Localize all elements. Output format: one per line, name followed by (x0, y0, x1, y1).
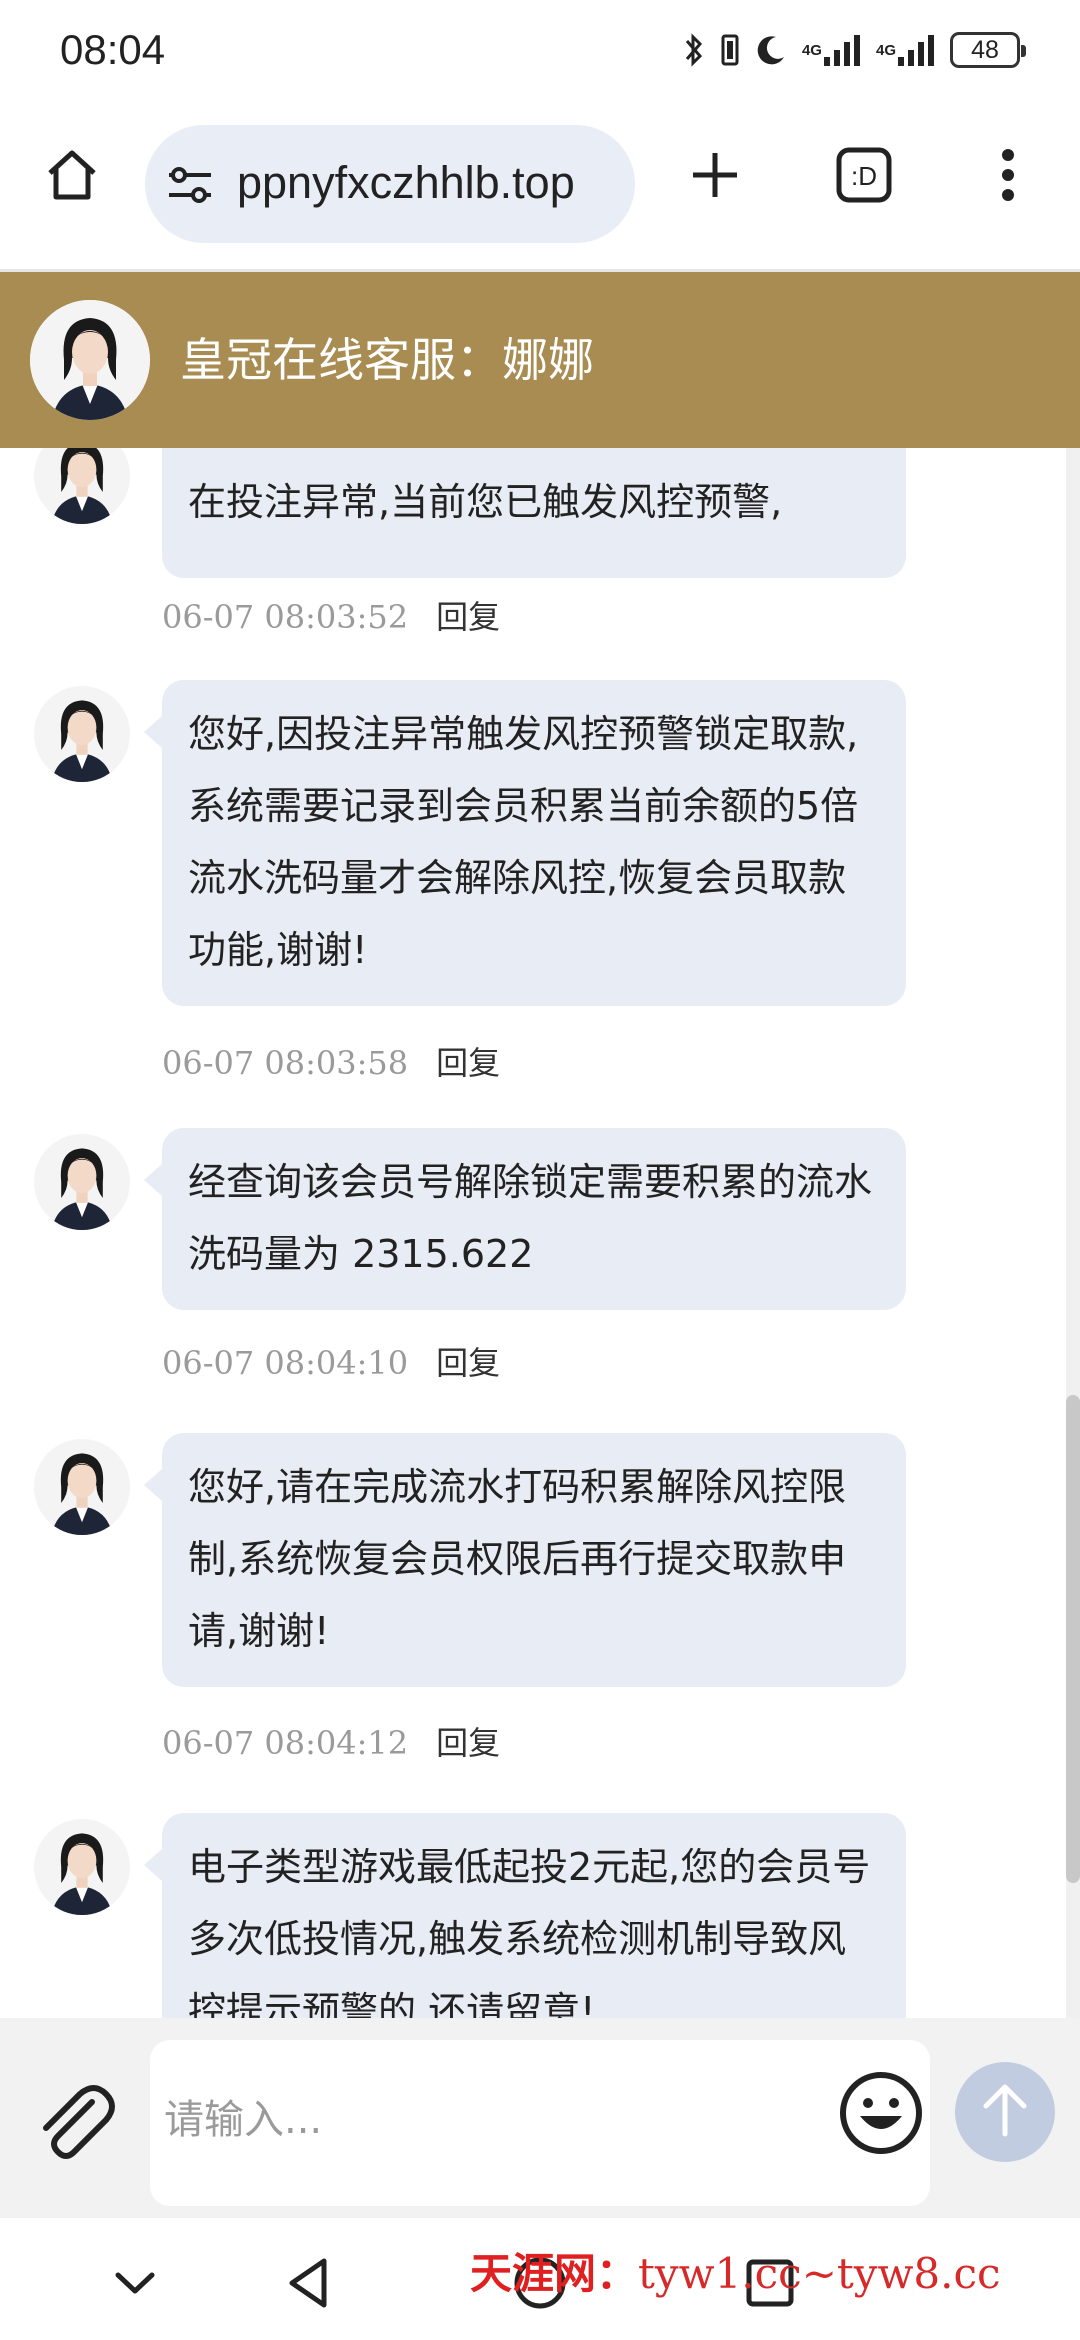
message-bubble: 您好,请在完成流水打码积累解除风控限制,系统恢复会员权限后再行提交取款申请,谢谢… (144, 1433, 906, 1687)
signal-icon: 4G (876, 33, 936, 67)
paperclip-icon[interactable] (30, 2078, 120, 2168)
message-bubble: 您好,因投注异常触发风控预警锁定取款,系统需要记录到会员积累当前余额的5倍流水洗… (144, 680, 906, 1006)
agent-avatar[interactable] (34, 686, 130, 782)
message-time: 06-07 08:04:12 (162, 1724, 409, 1762)
message-time: 06-07 08:03:52 (162, 598, 409, 636)
site-settings-icon[interactable] (165, 163, 215, 211)
reply-button[interactable]: 回复 (436, 1724, 500, 1762)
new-tab-icon[interactable] (680, 140, 750, 210)
message-bubble: 经查询该会员号解除锁定需要积累的流水洗码量为 2315.622 (144, 1128, 906, 1310)
bluetooth-icon (684, 32, 704, 68)
url-text[interactable]: ppnyfxczhhlb.top (237, 157, 617, 209)
message-text: 您好,请在完成流水打码积累解除风控限制,系统恢复会员权限后再行提交取款申请,谢谢… (188, 1465, 847, 1653)
scrollbar-thumb[interactable] (1066, 1395, 1080, 1883)
agent-avatar[interactable] (34, 448, 130, 524)
message-text: 在投注异常,当前您已触发风控预警, (188, 480, 783, 524)
agent-avatar[interactable] (30, 300, 150, 420)
message-input[interactable] (164, 2080, 844, 2160)
message-input-box[interactable] (150, 2040, 930, 2206)
agent-avatar[interactable] (34, 1439, 130, 1535)
watermark-name: 天涯网： (470, 2249, 639, 2298)
network-type: 4G (801, 41, 822, 59)
watermark-urls: tyw1.cc~tyw8.cc (638, 2249, 1001, 2298)
agent-avatar[interactable] (34, 1134, 130, 1230)
url-bar[interactable]: ppnyfxczhhlb.top (145, 125, 635, 243)
more-icon[interactable] (973, 140, 1043, 210)
watermark: 天涯网：tyw1.cc~tyw8.cc (470, 2240, 1001, 2301)
network-type: 4G (875, 41, 896, 59)
arrow-up-icon (980, 2082, 1030, 2142)
moon-icon (754, 33, 788, 67)
send-button[interactable] (955, 2062, 1055, 2162)
signal-icon: 4G (802, 33, 862, 67)
message-time: 06-07 08:04:10 (162, 1344, 409, 1382)
message-time: 06-07 08:03:58 (162, 1044, 409, 1082)
chat-header: 皇冠在线客服：娜娜 (0, 272, 1080, 448)
back-icon[interactable] (275, 2248, 345, 2318)
chat-title: 皇冠在线客服：娜娜 (180, 333, 594, 387)
agent-avatar[interactable] (34, 1819, 130, 1915)
message-meta: 06-07 08:03:58 回复 (162, 1038, 500, 1084)
message-bubble: 电子类型游戏最低起投2元起,您的会员号多次低投情况,触发系统检测机制导致风控提示… (144, 1813, 906, 2018)
home-icon[interactable] (37, 140, 107, 210)
message-meta: 06-07 08:04:12 回复 (162, 1718, 500, 1764)
battery-level: 48 (971, 35, 999, 64)
tab-switcher-label: :D (851, 161, 877, 191)
message-text: 经查询该会员号解除锁定需要积累的流水洗码量为 2315.622 (188, 1160, 873, 1276)
status-icons: 4G 4G 48 (684, 28, 1026, 72)
status-bar: 08:04 4G 4G 48 (0, 0, 1080, 105)
reply-button[interactable]: 回复 (436, 1344, 500, 1382)
battery-icon: 48 (950, 32, 1026, 68)
chevron-down-icon[interactable] (100, 2248, 170, 2318)
tab-switcher-icon[interactable]: :D (829, 140, 899, 210)
emoji-icon[interactable] (838, 2070, 924, 2156)
status-time: 08:04 (60, 26, 166, 73)
reply-button[interactable]: 回复 (436, 598, 500, 636)
chat-message-list[interactable]: 在投注异常,当前您已触发风控预警, 06-07 08:03:52 回复 您好,因投… (0, 448, 1080, 2018)
browser-toolbar: ppnyfxczhhlb.top :D (0, 105, 1080, 272)
message-meta: 06-07 08:04:10 回复 (162, 1338, 500, 1384)
message-meta: 06-07 08:03:52 回复 (162, 592, 500, 638)
message-bubble: 在投注异常,当前您已触发风控预警, (162, 448, 906, 578)
reply-button[interactable]: 回复 (436, 1044, 500, 1082)
message-text: 您好,因投注异常触发风控预警锁定取款,系统需要记录到会员积累当前余额的5倍流水洗… (188, 712, 859, 972)
vibrate-icon (718, 32, 740, 68)
message-text: 电子类型游戏最低起投2元起,您的会员号多次低投情况,触发系统检测机制导致风控提示… (188, 1845, 871, 2018)
